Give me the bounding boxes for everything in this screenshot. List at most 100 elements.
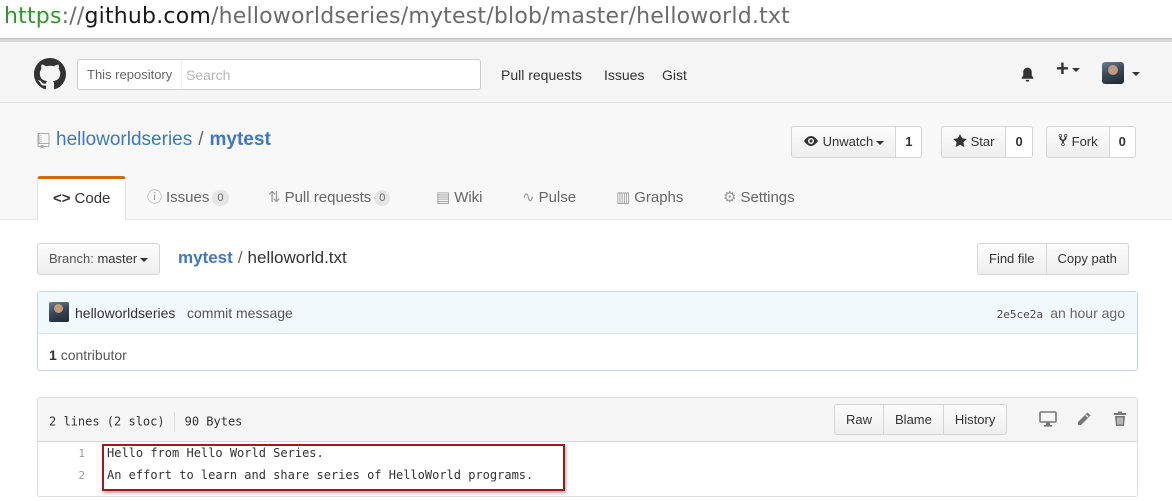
trash-icon[interactable] <box>1102 407 1138 431</box>
fork-button[interactable]: Fork <box>1046 126 1110 158</box>
user-avatar[interactable] <box>1102 62 1124 84</box>
contributors-label: contributor <box>60 347 127 363</box>
url-scheme: https <box>4 4 62 29</box>
issue-icon: ⓘ <box>147 189 163 206</box>
commit-time: an hour ago <box>1050 305 1125 321</box>
history-button[interactable]: History <box>943 404 1008 435</box>
breadcrumb-repo-link[interactable]: mytest <box>178 248 233 267</box>
browser-url-bar[interactable]: https://github.com/helloworldseries/myte… <box>0 0 1172 38</box>
tab-pull-requests[interactable]: ⇅ Pull requests 0 <box>268 176 391 220</box>
chevron-down-icon <box>140 257 149 262</box>
file-header: 2 lines (2 sloc) 90 Bytes Raw Blame Histo… <box>38 398 1137 442</box>
fork-label: Fork <box>1071 134 1098 149</box>
tab-graphs[interactable]: ▥ Graphs <box>616 176 683 220</box>
address-text[interactable]: https://github.com/helloworldseries/myte… <box>4 4 790 29</box>
fork-group: Fork 0 <box>1046 126 1136 158</box>
line-number[interactable]: 2 <box>38 469 85 482</box>
raw-button[interactable]: Raw <box>834 404 885 435</box>
copy-path-button[interactable]: Copy path <box>1046 243 1129 275</box>
file-lines-info: 2 lines (2 sloc) <box>49 414 165 429</box>
info-divider <box>173 412 175 432</box>
tab-issues[interactable]: ⓘ Issues 0 <box>147 176 229 220</box>
repo-icon <box>37 133 50 149</box>
search-scope-label: This repository <box>78 60 183 89</box>
breadcrumb-file: helloworld.txt <box>247 248 347 267</box>
pulse-icon: ∿ <box>522 189 535 206</box>
branch-select-button[interactable]: Branch: master <box>37 243 161 275</box>
nav-issues[interactable]: Issues <box>604 67 644 83</box>
graph-icon: ▥ <box>616 189 631 206</box>
branch-name: master <box>97 251 138 266</box>
star-button[interactable]: Star <box>941 126 1007 158</box>
copy-path-label: Copy path <box>1057 251 1117 266</box>
fork-icon <box>1058 133 1068 147</box>
line-number[interactable]: 1 <box>38 447 85 460</box>
avatar[interactable] <box>49 302 69 322</box>
search-box[interactable]: This repository <box>77 59 481 90</box>
contributors-count: 1 <box>49 347 57 363</box>
star-count[interactable]: 0 <box>1006 126 1033 158</box>
pull-request-icon: ⇅ <box>268 189 281 206</box>
desktop-icon[interactable] <box>1030 407 1066 431</box>
plus-icon: + <box>1056 56 1069 81</box>
bell-icon[interactable] <box>1019 66 1036 83</box>
file-info: 2 lines (2 sloc) 90 Bytes <box>49 412 242 432</box>
commit-sha-link[interactable]: 2e5ce2a <box>997 308 1043 321</box>
pull-requests-count-badge: 0 <box>374 190 391 206</box>
unwatch-button[interactable]: Unwatch <box>791 126 897 158</box>
find-file-button[interactable]: Find file <box>977 243 1047 275</box>
tab-code[interactable]: <> Code <box>37 176 127 221</box>
tab-pulse[interactable]: ∿ Pulse <box>522 176 576 220</box>
fork-count[interactable]: 0 <box>1109 126 1136 158</box>
repo-title-separator: / <box>198 129 204 150</box>
watch-count[interactable]: 1 <box>896 126 923 158</box>
branch-prefix: Branch: <box>49 251 94 266</box>
file-nav-actions: Find file Copy path <box>977 243 1129 275</box>
tab-settings[interactable]: ⚙ Settings <box>723 176 795 220</box>
star-group: Star 0 <box>941 126 1033 158</box>
commit-tease: helloworldseries commit message 2e5ce2a … <box>37 291 1138 371</box>
star-label: Star <box>970 134 995 149</box>
repo-owner-link[interactable]: helloworldseries <box>56 129 192 150</box>
url-separator: :// <box>61 4 85 29</box>
tab-settings-label: Settings <box>740 189 795 206</box>
issues-count-badge: 0 <box>212 190 229 206</box>
chevron-down-icon <box>876 140 885 145</box>
raw-label: Raw <box>846 412 873 427</box>
repo-title: helloworldseries / mytest <box>56 129 271 151</box>
nav-pull-requests[interactable]: Pull requests <box>501 67 582 83</box>
url-path: /helloworldseries/mytest/blob/master/hel… <box>211 4 790 29</box>
commit-summary: helloworldseries commit message 2e5ce2a … <box>38 292 1137 334</box>
commit-message-link[interactable]: commit message <box>187 305 293 321</box>
tab-wiki-label: Wiki <box>454 189 483 206</box>
star-icon <box>953 134 967 147</box>
tab-wiki[interactable]: ▤ Wiki <box>436 176 483 220</box>
contributors-link[interactable]: 1 contributor <box>49 347 127 363</box>
history-label: History <box>954 412 996 427</box>
tab-issues-label: Issues <box>166 189 210 206</box>
breadcrumb-separator: / <box>237 248 243 267</box>
file-view-buttons: Raw Blame History <box>834 404 1008 435</box>
unwatch-label: Unwatch <box>822 134 874 149</box>
watch-group: Unwatch 1 <box>791 126 923 158</box>
nav-gist[interactable]: Gist <box>662 67 687 83</box>
blame-button[interactable]: Blame <box>884 404 944 435</box>
tab-code-label: Code <box>74 190 111 207</box>
search-input[interactable] <box>186 60 476 89</box>
gear-icon: ⚙ <box>723 189 737 206</box>
chevron-down-icon[interactable] <box>1132 72 1140 76</box>
chevron-down-icon <box>1071 68 1080 73</box>
site-header: This repository Pull requests Issues Gis… <box>0 42 1172 103</box>
commit-author-link[interactable]: helloworldseries <box>75 305 175 321</box>
repo-header: helloworldseries / mytest Unwatch 1 Star 0… <box>0 103 1172 221</box>
tab-pull-requests-label: Pull requests <box>284 189 372 206</box>
repo-name-link[interactable]: mytest <box>210 129 271 150</box>
code-icon: <> <box>53 190 71 207</box>
github-logo-icon[interactable] <box>34 58 66 90</box>
blame-label: Blame <box>895 412 932 427</box>
eye-icon <box>804 136 818 146</box>
breadcrumb: mytest / helloworld.txt <box>178 248 347 268</box>
file-actions <box>1030 407 1138 431</box>
new-menu-button[interactable]: + <box>1056 56 1080 82</box>
pencil-icon[interactable] <box>1066 407 1102 431</box>
